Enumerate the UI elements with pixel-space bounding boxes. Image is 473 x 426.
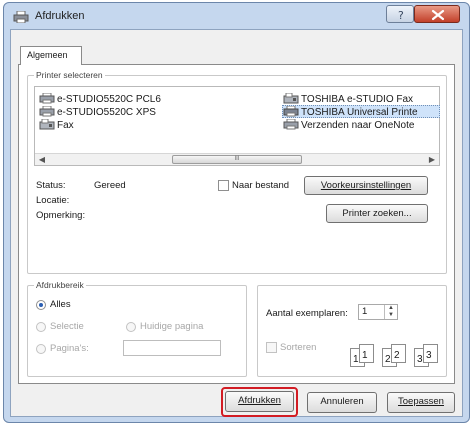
range-selection-label[interactable]: Selectie [50, 321, 84, 332]
collate-checkbox[interactable] [266, 342, 277, 353]
printer-item-xps[interactable]: e-STUDIO5520C XPS [39, 106, 156, 119]
printer-item-toshiba-universal[interactable]: TOSHIBA Universal Printe [282, 105, 440, 118]
range-current-page-label[interactable]: Huidige pagina [140, 321, 203, 332]
page-range-label: Afdrukbereik [34, 280, 86, 290]
collate-sheet: 3 [423, 344, 438, 363]
close-button[interactable] [414, 5, 460, 23]
fax-icon [283, 93, 299, 104]
range-pages-label[interactable]: Pagina's: [50, 343, 89, 354]
printer-select-group: Printer selecteren e-STUDIO5520C PCL6 e-… [27, 70, 447, 274]
printer-icon [13, 11, 29, 23]
printer-name: TOSHIBA e-STUDIO Fax [301, 94, 414, 105]
cancel-button[interactable]: Annuleren [307, 392, 377, 413]
apply-button[interactable]: Toepassen [387, 392, 455, 413]
title-bar[interactable]: Afdrukken ? [4, 3, 469, 29]
printer-list[interactable]: e-STUDIO5520C PCL6 e-STUDIO5520C XPS Fax… [34, 86, 440, 166]
window-title: Afdrukken [35, 10, 85, 22]
collate-sheet: 1 [359, 344, 374, 363]
dialog-body: Algemeen Printer selecteren e-STUDIO5520… [10, 29, 463, 417]
range-selection-radio[interactable] [36, 322, 46, 332]
printer-item-fax[interactable]: Fax [39, 119, 74, 132]
spin-up-icon[interactable]: ▲ [385, 305, 397, 312]
svg-text:?: ? [398, 9, 404, 22]
range-pages-radio[interactable] [36, 344, 46, 354]
copies-label: Aantal exemplaren: [266, 308, 348, 319]
spin-down-icon[interactable]: ▼ [385, 312, 397, 319]
collate-sheet: 2 [391, 344, 406, 363]
range-all-radio[interactable] [36, 300, 46, 310]
collate-illustration: 1 1 2 2 3 3 [350, 344, 442, 370]
pages-input[interactable] [123, 340, 221, 356]
copies-stepper[interactable]: 1 ▲ ▼ [358, 304, 398, 320]
printer-name: e-STUDIO5520C XPS [57, 107, 156, 118]
printer-name: TOSHIBA Universal Printe [301, 107, 418, 118]
status-label: Status: [36, 180, 66, 191]
preferences-button[interactable]: Voorkeursinstellingen [304, 176, 428, 195]
print-to-file-label[interactable]: Naar bestand [232, 180, 289, 191]
print-to-file-checkbox[interactable] [218, 180, 229, 191]
comment-label: Opmerking: [36, 210, 86, 221]
printer-name: e-STUDIO5520C PCL6 [57, 94, 161, 105]
print-dialog: Afdrukken ? Algemeen Printer selecteren … [3, 2, 470, 423]
copies-group: Aantal exemplaren: 1 ▲ ▼ Sorteren 1 1 2 … [257, 285, 447, 377]
printer-item-onenote[interactable]: Verzenden naar OneNote [283, 119, 414, 132]
help-icon: ? [398, 9, 404, 22]
range-current-page-radio[interactable] [126, 322, 136, 332]
scroll-left-icon[interactable]: ◀ [35, 154, 49, 165]
printer-name: Verzenden naar OneNote [301, 120, 415, 131]
collate-label[interactable]: Sorteren [280, 342, 316, 353]
scroll-right-icon[interactable]: ▶ [425, 154, 439, 165]
copies-value: 1 [362, 306, 368, 317]
printer-icon [283, 119, 299, 130]
printer-select-label: Printer selecteren [34, 70, 105, 80]
find-printer-button[interactable]: Printer zoeken... [326, 204, 428, 223]
help-button[interactable]: ? [386, 5, 414, 23]
print-button[interactable]: Afdrukken [225, 391, 294, 412]
fax-icon [39, 119, 55, 130]
copies-spin-buttons[interactable]: ▲ ▼ [384, 305, 397, 319]
printer-icon [283, 106, 299, 117]
printer-name: Fax [57, 120, 74, 131]
status-value: Gereed [94, 180, 126, 191]
general-tab-panel: Printer selecteren e-STUDIO5520C PCL6 e-… [18, 64, 455, 384]
close-icon [431, 9, 445, 21]
printer-icon [39, 93, 55, 104]
scroll-thumb[interactable]: III [172, 155, 302, 164]
horizontal-scrollbar[interactable]: ◀ III ▶ [35, 153, 439, 165]
range-all-label[interactable]: Alles [50, 299, 71, 310]
page-range-group: Afdrukbereik Alles Selectie Huidige pagi… [27, 280, 247, 377]
location-label: Locatie: [36, 195, 70, 206]
printer-icon [39, 106, 55, 117]
tab-general[interactable]: Algemeen [20, 46, 82, 65]
printer-item-pcl6[interactable]: e-STUDIO5520C PCL6 [39, 93, 161, 106]
